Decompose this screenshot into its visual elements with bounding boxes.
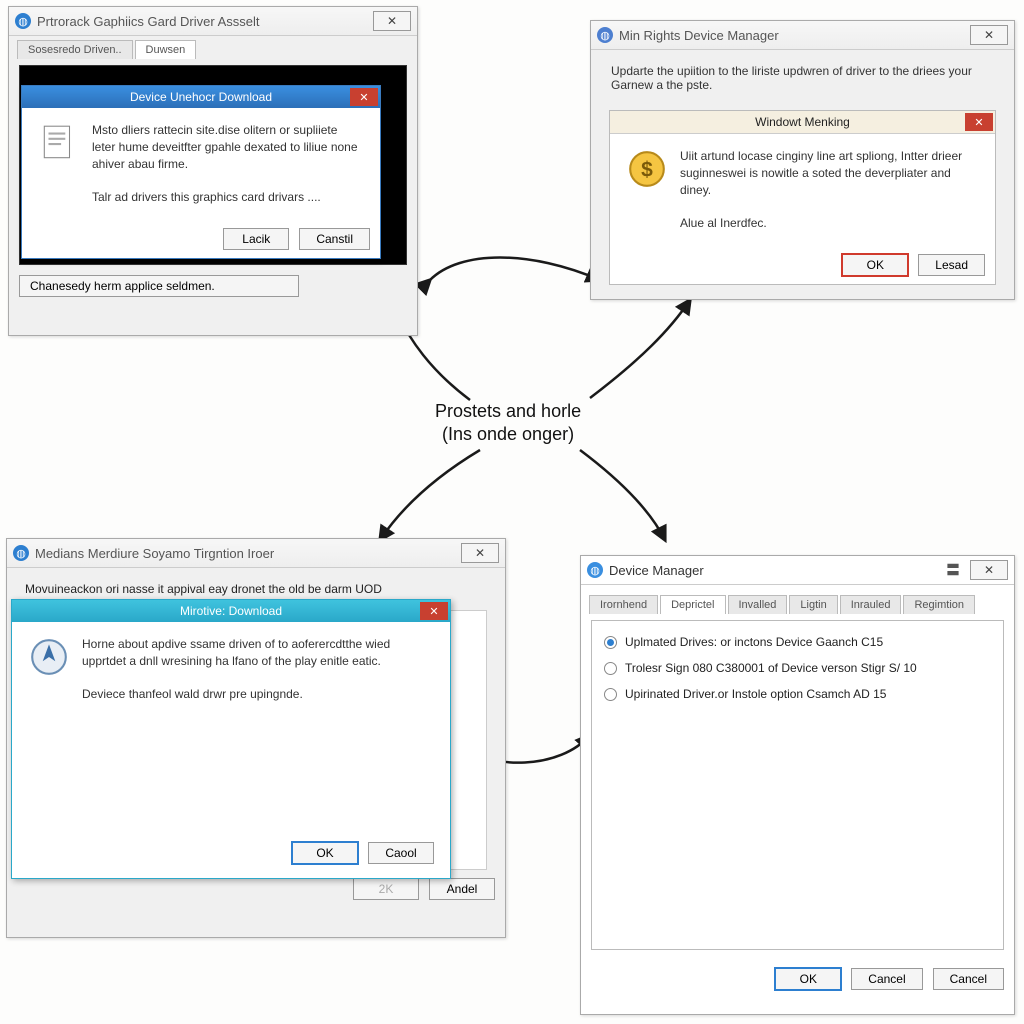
app-icon: ◍ (597, 27, 613, 43)
modal-title: Mirotive: Download ✕ (12, 600, 450, 622)
window-device-manager: ◍ Device Manager 〓 ✕ Irornhend Deprictel… (580, 555, 1015, 1015)
radio-option-1[interactable]: Trolesr Sign 080 C380001 of Device verso… (600, 655, 995, 681)
tab-1[interactable]: Duwsen (135, 40, 197, 59)
tab-strip: Irornhend Deprictel Invalled Ligtin Inra… (581, 585, 1014, 614)
close-button[interactable]: ✕ (970, 25, 1008, 45)
intro-text: Updarte the upiition to the liriste updw… (591, 50, 1014, 106)
document-icon (38, 122, 80, 164)
close-icon[interactable]: ✕ (965, 113, 993, 131)
modal-device-download: Device Unehocr Download ✕ Msto dliers ra… (21, 85, 381, 259)
window-title: Min Rights Device Manager (619, 28, 779, 43)
modal-mirotive: Mirotive: Download ✕ Horne about apdive … (11, 599, 451, 879)
tab-2[interactable]: Invalled (728, 595, 788, 614)
minimize-icon[interactable]: 〓 (946, 560, 960, 580)
window-title: Device Manager (609, 563, 704, 578)
coin-icon: $ (626, 148, 668, 190)
close-button[interactable]: ✕ (461, 543, 499, 563)
modal-title: Device Unehocr Download ✕ (22, 86, 380, 108)
radio-icon (604, 662, 617, 675)
radio-icon (604, 636, 617, 649)
radio-icon (604, 688, 617, 701)
titlebar: ◍ Min Rights Device Manager ✕ (591, 21, 1014, 50)
compass-icon (28, 636, 70, 678)
modal-title: Windowt Menking ✕ (610, 111, 995, 134)
tab-3[interactable]: Ligtin (789, 595, 837, 614)
tab-1[interactable]: Deprictel (660, 595, 725, 614)
modal-body: Msto dliers rattecin site.dise olitern o… (22, 108, 380, 220)
cancel-button[interactable]: Canstil (299, 228, 370, 250)
modal-warning: Windowt Menking ✕ $ Uiit artund locase c… (609, 110, 996, 285)
ok-button[interactable]: OK (775, 968, 841, 990)
apply-button[interactable]: Chanesedy herm applice seldmen. (19, 275, 299, 297)
lock-button[interactable]: Lacik (223, 228, 289, 250)
lead-button[interactable]: Lesad (918, 254, 985, 276)
tab-strip: Sosesredo Driven.. Duwsen (9, 36, 417, 59)
titlebar: ◍ Prtrorack Gaphiics Gard Driver Assselt… (9, 7, 417, 36)
tab-0[interactable]: Sosesredo Driven.. (17, 40, 133, 59)
radio-option-0[interactable]: Uplmated Drives: or inctons Device Gaanc… (600, 629, 995, 655)
cancel-button[interactable]: Cancel (851, 968, 922, 990)
window-device-manager-rights: ◍ Min Rights Device Manager ✕ Updarte th… (590, 20, 1015, 300)
app-icon: ◍ (13, 545, 29, 561)
window-title: Prtrorack Gaphiics Gard Driver Assselt (37, 14, 260, 29)
close-button[interactable]: ✕ (970, 560, 1008, 580)
ok-button[interactable]: OK (842, 254, 908, 276)
radio-option-2[interactable]: Upirinated Driver.or Instole option Csam… (600, 681, 995, 707)
window-title: Medians Merdiure Soyamo Tirgntion Iroer (35, 546, 274, 561)
titlebar: ◍ Device Manager 〓 ✕ (581, 556, 1014, 585)
center-caption: Prostets and horle (Ins onde onger) (435, 400, 581, 447)
options-panel: Uplmated Drives: or inctons Device Gaanc… (591, 620, 1004, 950)
window-medians: ◍ Medians Merdiure Soyamo Tirgntion Iroe… (6, 538, 506, 938)
tab-4[interactable]: Inrauled (840, 595, 902, 614)
svg-text:$: $ (641, 158, 653, 181)
ok-button[interactable]: 2K (353, 878, 419, 900)
app-icon: ◍ (15, 13, 31, 29)
close-icon[interactable]: ✕ (420, 602, 448, 620)
tab-5[interactable]: Regimtion (903, 595, 975, 614)
app-icon: ◍ (587, 562, 603, 578)
ok-button[interactable]: OK (292, 842, 358, 864)
window-graphics-driver: ◍ Prtrorack Gaphiics Gard Driver Assselt… (8, 6, 418, 336)
cancel-button[interactable]: Andel (429, 878, 495, 900)
cancel-button[interactable]: Caool (368, 842, 434, 864)
close-button[interactable]: ✕ (373, 11, 411, 31)
cancel-button-2[interactable]: Cancel (933, 968, 1004, 990)
tab-0[interactable]: Irornhend (589, 595, 658, 614)
titlebar: ◍ Medians Merdiure Soyamo Tirgntion Iroe… (7, 539, 505, 568)
close-icon[interactable]: ✕ (350, 88, 378, 106)
